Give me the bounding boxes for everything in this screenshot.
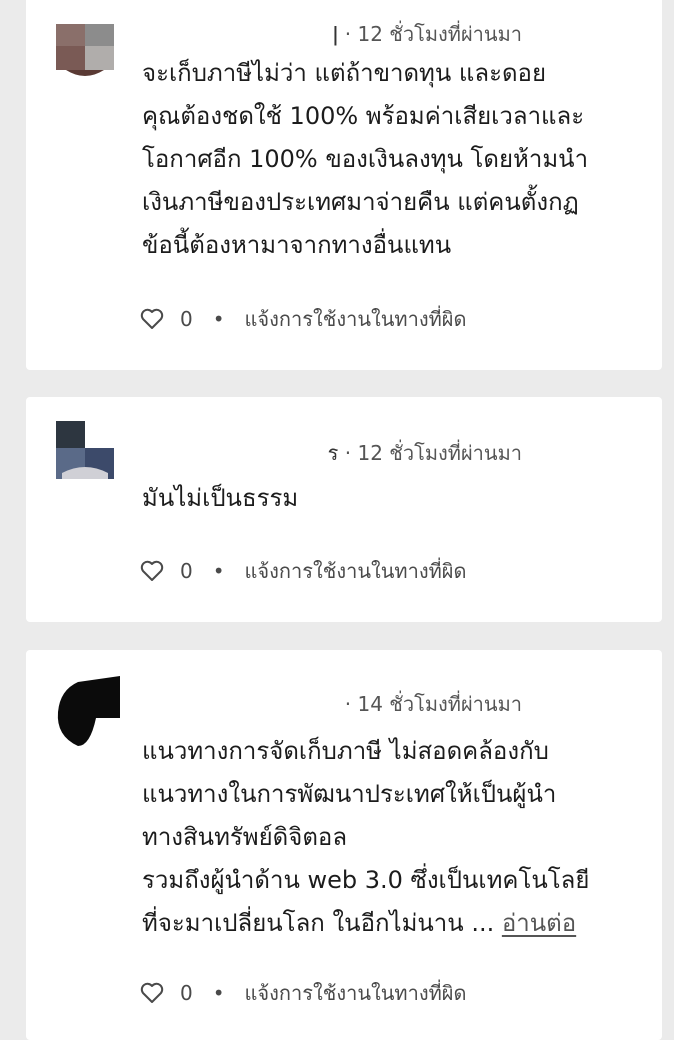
- comment-line: คุณต้องชดใช้ 100% พร้อมค่าเสียเวลาและ: [142, 102, 585, 130]
- comment-line: จะเก็บภาษีไม่ว่า แต่ถ้าขาดทุน และดอย: [142, 59, 547, 87]
- comment-line: มันไม่เป็นธรรม: [142, 484, 299, 512]
- heart-outline-icon[interactable]: [140, 560, 164, 582]
- comment-card: ร · 12 ชั่วโมงที่ผ่านมา มันไม่เป็นธรรม 0…: [26, 397, 662, 622]
- report-abuse-link[interactable]: แจ้งการใช้งานในทางที่ผิด: [245, 555, 467, 587]
- timestamp: · 12 ชั่วโมงที่ผ่านมา: [344, 441, 522, 465]
- like-count: 0: [180, 559, 193, 583]
- like-count: 0: [180, 307, 193, 331]
- comment-actions: 0 • แจ้งการใช้งานในทางที่ผิด: [140, 303, 467, 335]
- comment-line: โอกาศอีก 100% ของเงินลงทุน โดยห้ามนำ: [142, 145, 589, 173]
- comment-line: แนวทางในการพัฒนาประเทศให้เป็นผู้นำ: [142, 780, 557, 808]
- heart-outline-icon[interactable]: [140, 308, 164, 330]
- comment-meta: · 14 ชั่วโมงที่ผ่านมา: [345, 688, 522, 720]
- comment-card: · 14 ชั่วโมงที่ผ่านมา แนวทางการจัดเก็บภา…: [26, 650, 662, 1040]
- avatar[interactable]: [56, 24, 114, 82]
- comment-text: แนวทางการจัดเก็บภาษี ไม่สอดคล้องกับ แนวท…: [142, 730, 652, 945]
- timestamp: · 14 ชั่วโมงที่ผ่านมา: [344, 692, 522, 716]
- comment-line-last: ที่จะมาเปลี่ยนโลก ในอีกไม่นาน ... อ่านต่…: [142, 902, 652, 945]
- comment-meta: ǀ · 12 ชั่วโมงที่ผ่านมา: [332, 18, 522, 50]
- separator-dot: •: [212, 307, 225, 331]
- comment-line: เงินภาษีของประเทศมาจ่ายคืน แต่คนตั้งกฏ: [142, 188, 579, 216]
- author-handle[interactable]: ร: [328, 441, 339, 465]
- avatar[interactable]: [56, 421, 114, 479]
- comment-actions: 0 • แจ้งการใช้งานในทางที่ผิด: [140, 555, 467, 587]
- comment-card: ǀ · 12 ชั่วโมงที่ผ่านมา จะเก็บภาษีไม่ว่า…: [26, 0, 662, 370]
- comment-text: มันไม่เป็นธรรม: [142, 477, 642, 520]
- separator-dot: •: [212, 559, 225, 583]
- comment-line: ที่จะมาเปลี่ยนโลก ในอีกไม่นาน ...: [142, 909, 495, 937]
- comment-actions: 0 • แจ้งการใช้งานในทางที่ผิด: [140, 977, 467, 1009]
- heart-outline-icon[interactable]: [140, 982, 164, 1004]
- report-abuse-link[interactable]: แจ้งการใช้งานในทางที่ผิด: [245, 977, 467, 1009]
- report-abuse-link[interactable]: แจ้งการใช้งานในทางที่ผิด: [245, 303, 467, 335]
- comment-line: ทางสินทรัพย์ดิจิตอล: [142, 823, 348, 851]
- comment-line: ข้อนี้ต้องหามาจากทางอื่นแทน: [142, 231, 452, 259]
- comment-text: จะเก็บภาษีไม่ว่า แต่ถ้าขาดทุน และดอย คุณ…: [142, 52, 642, 267]
- comment-line: แนวทางการจัดเก็บภาษี ไม่สอดคล้องกับ: [142, 737, 549, 765]
- timestamp: · 12 ชั่วโมงที่ผ่านมา: [344, 22, 522, 46]
- separator-dot: •: [212, 981, 225, 1005]
- read-more-link[interactable]: อ่านต่อ: [502, 909, 576, 937]
- like-count: 0: [180, 981, 193, 1005]
- avatar[interactable]: [56, 676, 120, 748]
- author-handle[interactable]: ǀ: [332, 22, 338, 46]
- comment-line: รวมถึงผู้นำด้าน web 3.0 ซึ่งเป็นเทคโนโลย…: [142, 866, 590, 894]
- comment-meta: ร · 12 ชั่วโมงที่ผ่านมา: [328, 437, 522, 469]
